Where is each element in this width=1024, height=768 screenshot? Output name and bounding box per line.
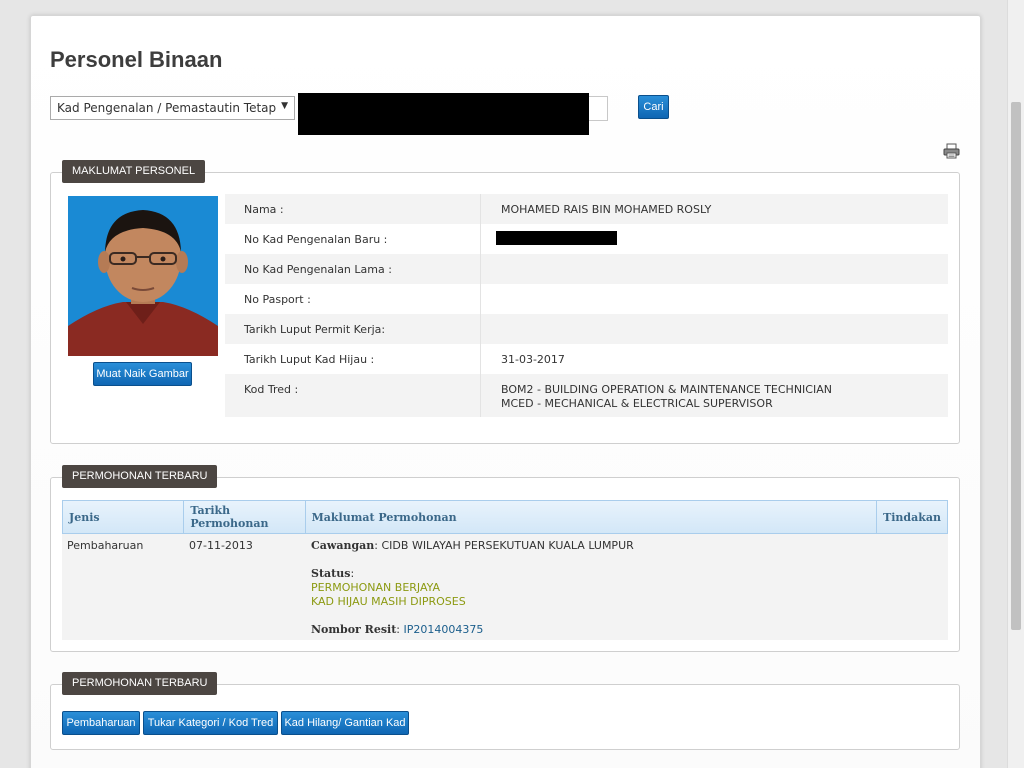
trade-code-1: BOM2 - BUILDING OPERATION & MAINTENANCE …	[501, 383, 832, 396]
info-row-new-ic: No Kad Pengenalan Baru :	[225, 224, 948, 254]
info-row-name: Nama : MOHAMED RAIS BIN MOHAMED ROSLY	[225, 194, 948, 224]
info-value: MOHAMED RAIS BIN MOHAMED ROSLY	[501, 203, 712, 216]
upload-photo-button[interactable]: Muat Naik Gambar	[93, 362, 192, 386]
lost-card-button[interactable]: Kad Hilang/ Gantian Kad	[281, 711, 409, 735]
info-row-permit-expiry: Tarikh Luput Permit Kerja:	[225, 314, 948, 344]
renewal-button[interactable]: Pembaharuan	[62, 711, 140, 735]
info-value	[481, 284, 948, 314]
table-row: Pembaharuan 07-11-2013 Cawangan: CIDB WI…	[62, 534, 948, 640]
applications-table: Jenis Tarikh Permohonan Maklumat Permoho…	[62, 500, 948, 640]
info-value	[481, 254, 948, 284]
vertical-scrollbar[interactable]	[1007, 0, 1024, 768]
cell-maklumat: Cawangan: CIDB WILAYAH PERSEKUTUAN KUALA…	[306, 534, 881, 640]
info-row-old-ic: No Kad Pengenalan Lama :	[225, 254, 948, 284]
search-button[interactable]: Cari	[638, 95, 669, 119]
personel-info-table: Nama : MOHAMED RAIS BIN MOHAMED ROSLY No…	[225, 194, 948, 417]
info-value	[481, 314, 948, 344]
cawangan-value: : CIDB WILAYAH PERSEKUTUAN KUALA LUMPUR	[374, 539, 634, 552]
column-header-tindakan[interactable]: Tindakan	[877, 501, 947, 533]
change-category-button[interactable]: Tukar Kategori / Kod Tred	[143, 711, 278, 735]
info-label: Tarikh Luput Kad Hijau :	[225, 344, 481, 374]
column-header-jenis[interactable]: Jenis	[63, 501, 185, 533]
resit-label: Nombor Resit	[311, 623, 397, 636]
actions-section-label: PERMOHONAN TERBARU	[62, 672, 218, 695]
print-icon[interactable]	[943, 143, 960, 159]
scrollbar-thumb[interactable]	[1011, 102, 1021, 630]
info-label: No Kad Pengenalan Lama :	[225, 254, 481, 284]
info-label: No Kad Pengenalan Baru :	[225, 224, 481, 254]
resit-value: IP2014004375	[403, 623, 484, 636]
chevron-down-icon: ▼	[281, 101, 288, 111]
cell-jenis: Pembaharuan	[67, 539, 144, 552]
id-type-select[interactable]: Kad Pengenalan / Pemastautin Tetap ▼	[50, 96, 295, 120]
info-label: Kod Tred :	[225, 374, 481, 417]
page-title: Personel Binaan	[50, 47, 223, 72]
table-header: Jenis Tarikh Permohonan Maklumat Permoho…	[62, 500, 948, 534]
status-value-2: KAD HIJAU MASIH DIPROSES	[311, 595, 466, 608]
personel-section-label: MAKLUMAT PERSONEL	[62, 160, 206, 183]
status-colon: :	[350, 567, 355, 580]
column-header-maklumat[interactable]: Maklumat Permohonan	[306, 501, 878, 533]
info-row-trade-code: Kod Tred : BOM2 - BUILDING OPERATION & M…	[225, 374, 948, 417]
column-header-tarikh[interactable]: Tarikh Permohonan	[184, 501, 306, 533]
redaction-block	[496, 231, 617, 245]
redaction-block	[298, 93, 589, 135]
info-label: No Pasport :	[225, 284, 481, 314]
info-label: Tarikh Luput Permit Kerja:	[225, 314, 481, 344]
cell-tarikh: 07-11-2013	[189, 539, 253, 552]
cell-tindakan	[881, 534, 948, 640]
trade-code-2: MCED - MECHANICAL & ELECTRICAL SUPERVISO…	[501, 397, 773, 410]
status-label: Status	[311, 567, 351, 580]
cawangan-label: Cawangan	[311, 539, 375, 552]
applications-section-label: PERMOHONAN TERBARU	[62, 465, 218, 488]
info-value: 31-03-2017	[501, 353, 565, 366]
id-type-select-value: Kad Pengenalan / Pemastautin Tetap	[57, 101, 277, 115]
status-value-1: PERMOHONAN BERJAYA	[311, 581, 441, 594]
resit-colon: :	[396, 623, 400, 636]
info-value	[481, 224, 948, 254]
profile-photo	[68, 196, 218, 356]
info-label: Nama :	[225, 194, 481, 224]
info-value: BOM2 - BUILDING OPERATION & MAINTENANCE …	[481, 374, 948, 417]
info-row-passport: No Pasport :	[225, 284, 948, 314]
info-row-green-card-expiry: Tarikh Luput Kad Hijau : 31-03-2017	[225, 344, 948, 374]
